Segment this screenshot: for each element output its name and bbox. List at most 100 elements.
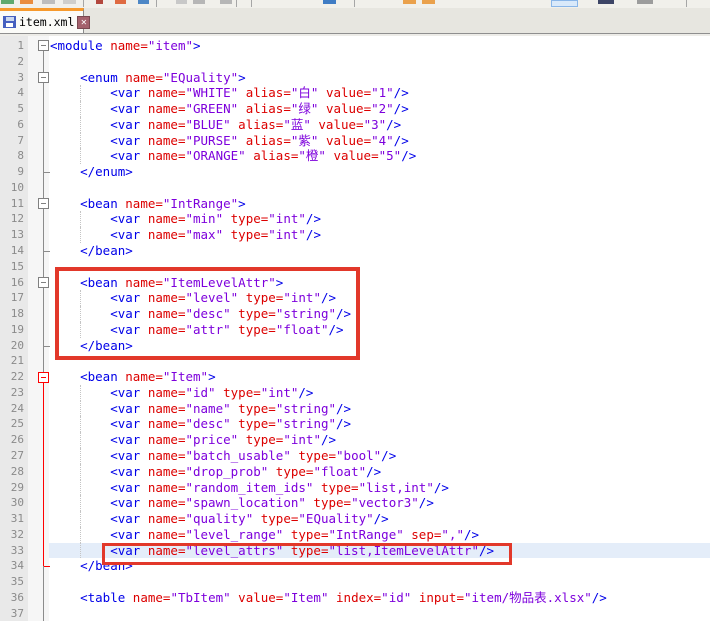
toolbar-separator	[686, 0, 687, 7]
toolbar-separator	[156, 0, 157, 7]
line-number: 7	[0, 133, 24, 149]
code-line-13[interactable]: 13 <var name="max" type="int"/>	[0, 227, 710, 243]
line-number: 1	[0, 38, 24, 54]
line-number: 4	[0, 85, 24, 101]
line-number: 27	[0, 448, 24, 464]
code-text: <var name="max" type="int"/>	[50, 227, 321, 243]
code-text: <var name="name" type="string"/>	[50, 401, 351, 417]
code-line-3[interactable]: 3 <enum name="EQuality">	[0, 70, 710, 86]
code-line-37[interactable]: 37	[0, 606, 710, 621]
code-text: <var name="quality" type="EQuality"/>	[50, 511, 389, 527]
line-number: 6	[0, 117, 24, 133]
line-number: 9	[0, 164, 24, 180]
line-number: 10	[0, 180, 24, 196]
code-text: <var name="random_item_ids" type="list,i…	[50, 480, 449, 496]
toolbar-icon-fragment	[115, 0, 126, 4]
line-number: 26	[0, 432, 24, 448]
tab-bar: item.xml ✕	[0, 8, 710, 34]
tab-title: item.xml	[19, 15, 74, 29]
code-line-11[interactable]: 11 <bean name="IntRange">	[0, 196, 710, 212]
line-number: 21	[0, 353, 24, 369]
toolbar-separator	[83, 0, 84, 7]
code-line-1[interactable]: 1<module name="item">	[0, 38, 710, 54]
tab-close-icon[interactable]: ✕	[77, 16, 90, 29]
toolbar-icon-fragment	[63, 0, 76, 4]
line-number: 31	[0, 511, 24, 527]
code-line-36[interactable]: 36 <table name="TbItem" value="Item" ind…	[0, 590, 710, 606]
line-number: 36	[0, 590, 24, 606]
line-number: 2	[0, 54, 24, 70]
toolbar-strip	[0, 0, 710, 8]
notepad-window: item.xml ✕ 1<module name="item">23 <enum…	[0, 0, 710, 621]
line-number: 11	[0, 196, 24, 212]
code-text: <var name="spawn_location" type="vector3…	[50, 495, 434, 511]
code-line-30[interactable]: 30 <var name="spawn_location" type="vect…	[0, 495, 710, 511]
code-text: <enum name="EQuality">	[50, 70, 246, 86]
line-number: 25	[0, 416, 24, 432]
code-line-32[interactable]: 32 <var name="level_range" type="IntRang…	[0, 527, 710, 543]
code-text: </enum>	[50, 164, 133, 180]
code-line-9[interactable]: 9 </enum>	[0, 164, 710, 180]
line-number: 32	[0, 527, 24, 543]
toolbar-icon-fragment	[323, 0, 336, 4]
code-line-4[interactable]: 4 <var name="WHITE" alias="白" value="1"/…	[0, 85, 710, 101]
code-text: <bean name="Item">	[50, 369, 216, 385]
code-text: <var name="PURSE" alias="紫" value="4"/>	[50, 133, 409, 149]
line-number: 23	[0, 385, 24, 401]
code-line-26[interactable]: 26 <var name="price" type="int"/>	[0, 432, 710, 448]
toolbar-icon-fragment	[220, 0, 232, 4]
toolbar-icon-fragment	[42, 0, 55, 4]
line-number: 18	[0, 306, 24, 322]
code-text: <var name="id" type="int"/>	[50, 385, 313, 401]
code-line-25[interactable]: 25 <var name="desc" type="string"/>	[0, 416, 710, 432]
code-line-22[interactable]: 22 <bean name="Item">	[0, 369, 710, 385]
code-line-14[interactable]: 14 </bean>	[0, 243, 710, 259]
line-number: 12	[0, 211, 24, 227]
code-line-29[interactable]: 29 <var name="random_item_ids" type="lis…	[0, 480, 710, 496]
line-number: 16	[0, 275, 24, 291]
code-line-12[interactable]: 12 <var name="min" type="int"/>	[0, 211, 710, 227]
toolbar-separator	[354, 0, 355, 7]
toolbar-icon-fragment	[96, 0, 103, 4]
line-number: 29	[0, 480, 24, 496]
code-text: <var name="GREEN" alias="绿" value="2"/>	[50, 101, 409, 117]
line-number: 8	[0, 148, 24, 164]
code-line-2[interactable]: 2	[0, 54, 710, 70]
code-line-31[interactable]: 31 <var name="quality" type="EQuality"/>	[0, 511, 710, 527]
code-text: <table name="TbItem" value="Item" index=…	[50, 590, 607, 606]
toolbar-icon-fragment	[637, 0, 653, 4]
toolbar-icon-fragment	[403, 0, 416, 4]
toolbar-icon-fragment	[193, 0, 205, 4]
line-number: 17	[0, 290, 24, 306]
code-text: <var name="min" type="int"/>	[50, 211, 321, 227]
toolbar-icon-fragment	[20, 0, 33, 4]
code-line-27[interactable]: 27 <var name="batch_usable" type="bool"/…	[0, 448, 710, 464]
toolbar-icon-fragment	[176, 0, 187, 4]
line-number: 3	[0, 70, 24, 86]
line-number: 14	[0, 243, 24, 259]
tab-item-xml[interactable]: item.xml ✕	[0, 8, 84, 33]
code-line-8[interactable]: 8 <var name="ORANGE" alias="橙" value="5"…	[0, 148, 710, 164]
code-text: <bean name="IntRange">	[50, 196, 246, 212]
code-text: <var name="ORANGE" alias="橙" value="5"/>	[50, 148, 416, 164]
toolbar-separator	[236, 0, 237, 7]
line-number: 15	[0, 259, 24, 275]
code-text: <var name="BLUE" alias="蓝" value="3"/>	[50, 117, 401, 133]
code-text: <var name="price" type="int"/>	[50, 432, 336, 448]
save-state-icon	[3, 16, 16, 28]
code-line-10[interactable]: 10	[0, 180, 710, 196]
line-number: 34	[0, 558, 24, 574]
code-line-28[interactable]: 28 <var name="drop_prob" type="float"/>	[0, 464, 710, 480]
toolbar-pressed-button	[551, 0, 578, 7]
code-text: <var name="level_range" type="IntRange" …	[50, 527, 479, 543]
code-line-6[interactable]: 6 <var name="BLUE" alias="蓝" value="3"/>	[0, 117, 710, 133]
line-number: 19	[0, 322, 24, 338]
code-line-35[interactable]: 35	[0, 574, 710, 590]
toolbar-separator	[251, 0, 252, 7]
code-line-23[interactable]: 23 <var name="id" type="int"/>	[0, 385, 710, 401]
code-line-24[interactable]: 24 <var name="name" type="string"/>	[0, 401, 710, 417]
line-number: 24	[0, 401, 24, 417]
line-number: 35	[0, 574, 24, 590]
code-line-5[interactable]: 5 <var name="GREEN" alias="绿" value="2"/…	[0, 101, 710, 117]
code-line-7[interactable]: 7 <var name="PURSE" alias="紫" value="4"/…	[0, 133, 710, 149]
